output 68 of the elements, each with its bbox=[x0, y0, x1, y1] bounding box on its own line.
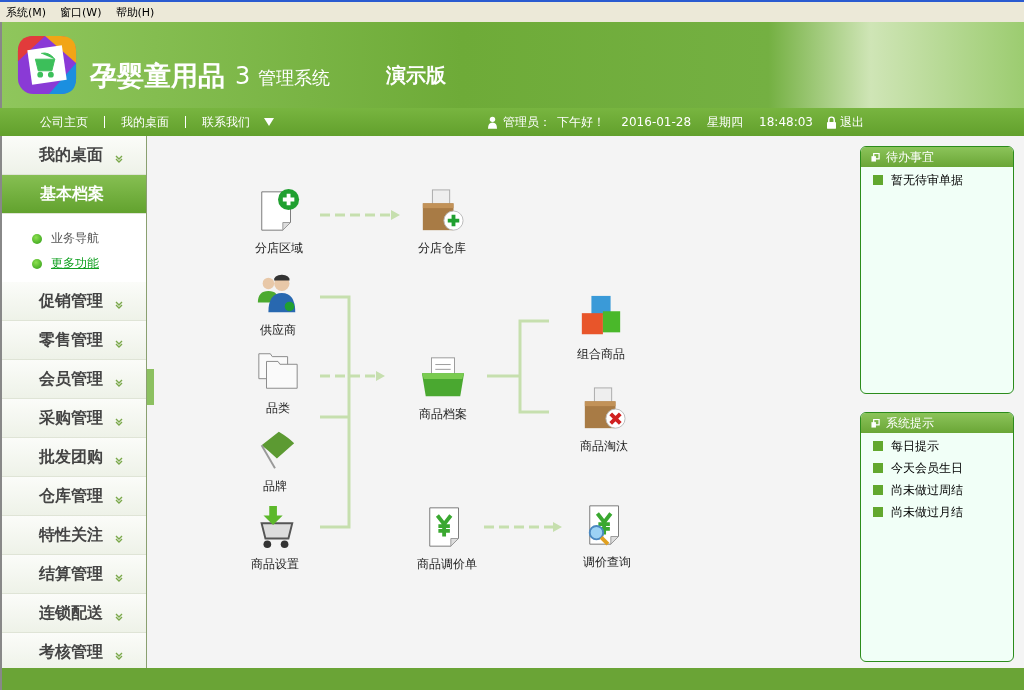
caret-icon[interactable] bbox=[264, 118, 274, 126]
node-label[interactable]: 分店区域 bbox=[255, 240, 303, 257]
app-title: 孕婴童用品 bbox=[90, 59, 225, 93]
chevron-icon bbox=[115, 574, 123, 582]
bullet-icon bbox=[873, 463, 883, 473]
sidebar-item[interactable]: 结算管理 bbox=[2, 555, 146, 594]
sidebar-item[interactable]: 特性关注 bbox=[2, 516, 146, 555]
menu-item[interactable]: 系统(M) bbox=[6, 4, 47, 20]
version-number: 3 bbox=[235, 62, 251, 90]
panel-item[interactable]: 每日提示 bbox=[891, 437, 939, 455]
bullet-icon bbox=[32, 258, 42, 269]
node-label[interactable]: 分店仓库 bbox=[418, 240, 466, 257]
chevron-icon bbox=[115, 535, 123, 543]
node-label[interactable]: 调价查询 bbox=[583, 554, 631, 571]
menu-item[interactable]: 窗口(W) bbox=[60, 4, 102, 20]
chevron-icon bbox=[115, 457, 123, 465]
node-label[interactable]: 商品设置 bbox=[251, 556, 299, 573]
sidebar-item[interactable]: 会员管理 bbox=[2, 360, 146, 399]
panel-item[interactable]: 尚未做过月结 bbox=[891, 503, 963, 521]
node-label[interactable]: 品类 bbox=[266, 400, 290, 417]
node-label[interactable]: 组合商品 bbox=[577, 346, 625, 363]
chevron-icon bbox=[115, 155, 123, 163]
logo-icon bbox=[16, 34, 78, 96]
panel-item[interactable]: 尚未做过周结 bbox=[891, 481, 963, 499]
panel-title: 待办事宜 bbox=[886, 148, 934, 166]
panel-title: 系统提示 bbox=[886, 414, 934, 432]
menu-item[interactable]: 帮助(H) bbox=[115, 4, 155, 20]
panel-item[interactable]: 今天会员生日 bbox=[891, 459, 963, 477]
chevron-icon bbox=[115, 496, 123, 504]
sidebar-item[interactable]: 我的桌面 bbox=[2, 136, 146, 175]
user-label: 管理员： bbox=[503, 113, 552, 131]
chevron-icon bbox=[115, 418, 123, 426]
time-text: 18:48:03 bbox=[759, 115, 813, 129]
chevron-icon bbox=[115, 652, 123, 660]
sidebar-item[interactable]: 批发团购 bbox=[2, 438, 146, 477]
node-label[interactable]: 品牌 bbox=[263, 478, 287, 495]
sidebar-item[interactable]: 连锁配送 bbox=[2, 594, 146, 633]
bullet-icon bbox=[873, 175, 883, 185]
submenu-link[interactable]: 更多功能 bbox=[51, 255, 99, 272]
flow-arrow bbox=[320, 371, 385, 381]
sidebar-item[interactable]: 仓库管理 bbox=[2, 477, 146, 516]
date-text: 2016-01-28 bbox=[621, 115, 692, 129]
app-subtitle: 管理系统 bbox=[258, 66, 331, 90]
bullet-icon bbox=[32, 233, 42, 244]
sidebar-item[interactable]: 零售管理 bbox=[2, 321, 146, 360]
lock-icon bbox=[827, 115, 836, 129]
chevron-icon bbox=[115, 340, 123, 348]
bullet-icon bbox=[873, 441, 883, 451]
greeting-text: 下午好！ bbox=[557, 113, 606, 131]
collapse-handle[interactable] bbox=[147, 369, 154, 405]
node-label[interactable]: 商品档案 bbox=[419, 406, 467, 423]
weekday-text: 星期四 bbox=[707, 113, 744, 131]
node-label[interactable]: 商品淘汰 bbox=[580, 438, 628, 455]
user-icon bbox=[488, 115, 498, 129]
restore-icon[interactable] bbox=[871, 152, 880, 162]
bullet-icon bbox=[873, 485, 883, 495]
sidebar-item[interactable]: 促销管理 bbox=[2, 282, 146, 321]
chevron-icon bbox=[115, 379, 123, 387]
bullet-icon bbox=[873, 507, 883, 517]
panel-item[interactable]: 暂无待审单据 bbox=[891, 171, 963, 189]
restore-icon[interactable] bbox=[871, 418, 880, 428]
node-label[interactable]: 供应商 bbox=[260, 322, 296, 339]
node-label[interactable]: 商品调价单 bbox=[417, 556, 477, 573]
submenu-link[interactable]: 业务导航 bbox=[51, 230, 99, 247]
sidebar-item[interactable]: 采购管理 bbox=[2, 399, 146, 438]
chevron-icon bbox=[115, 613, 123, 621]
edition-label: 演示版 bbox=[386, 61, 447, 89]
chevron-icon bbox=[115, 301, 123, 309]
